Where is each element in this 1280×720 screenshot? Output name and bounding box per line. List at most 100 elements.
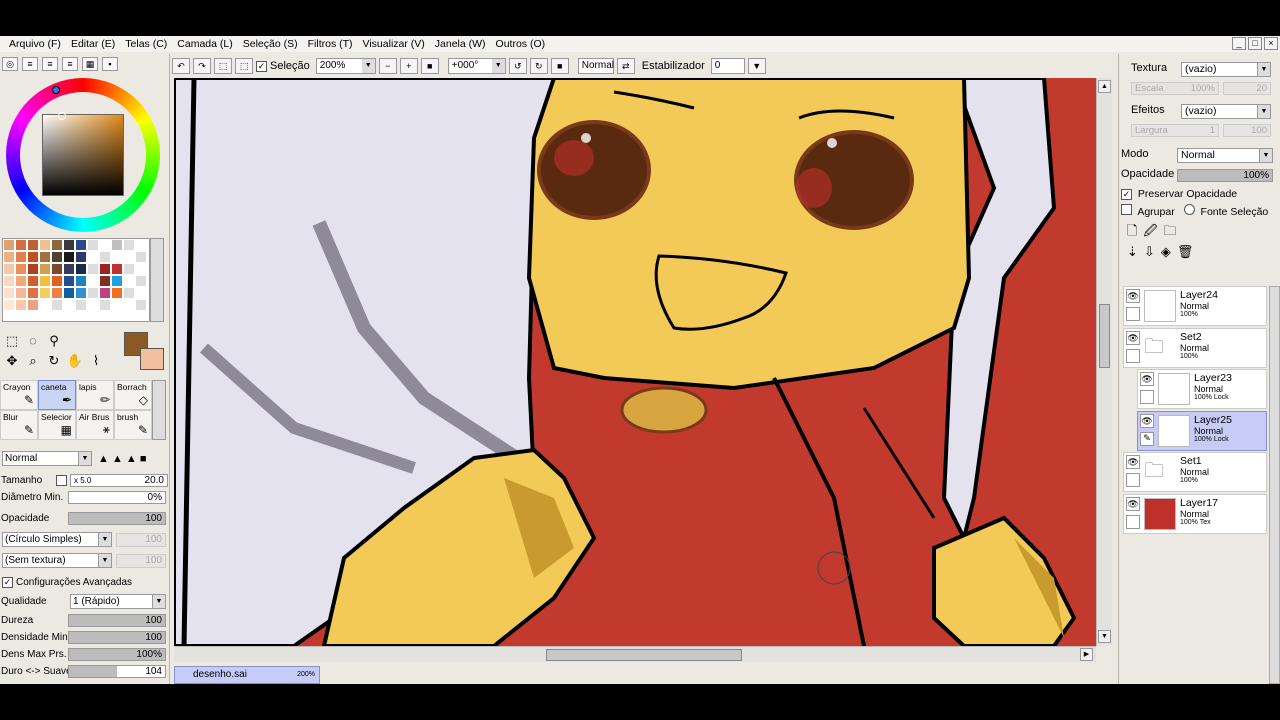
- brush-lapis[interactable]: lapis ✏: [76, 380, 114, 410]
- color-swatch[interactable]: [39, 275, 51, 287]
- brush-caneta[interactable]: caneta ✒: [38, 380, 76, 410]
- flip-icon[interactable]: ⇄: [616, 58, 635, 74]
- eye-icon[interactable]: 👁: [1126, 496, 1140, 511]
- magic-wand-icon[interactable]: ⚲: [44, 332, 64, 351]
- layer-lock-box[interactable]: [1140, 390, 1154, 404]
- color-swatch[interactable]: [99, 239, 111, 251]
- menu-visualizar[interactable]: Visualizar (V): [358, 38, 430, 50]
- brush-brush[interactable]: brush ✎: [114, 410, 152, 440]
- color-swatch[interactable]: [63, 239, 75, 251]
- color-swatch[interactable]: [51, 263, 63, 275]
- color-swatch[interactable]: [39, 263, 51, 275]
- brush-airbrush[interactable]: Air Brus ⚹: [76, 410, 114, 440]
- stabilizer-select[interactable]: 0: [710, 58, 745, 74]
- color-swatch[interactable]: [75, 263, 87, 275]
- color-swatch[interactable]: [87, 263, 99, 275]
- color-swatch[interactable]: [63, 299, 75, 311]
- color-swatch[interactable]: [87, 299, 99, 311]
- color-swatch[interactable]: [75, 251, 87, 263]
- color-swatch[interactable]: [87, 275, 99, 287]
- menu-outros[interactable]: Outros (O): [491, 38, 551, 50]
- layer-row[interactable]: 👁 Layer17 Normal 100% Tex: [1123, 493, 1267, 534]
- color-swatch[interactable]: [111, 287, 123, 299]
- brush-borracha[interactable]: Borrach ◇: [114, 380, 152, 410]
- color-swatch[interactable]: [51, 251, 63, 263]
- deselect-icon[interactable]: ⬚: [214, 58, 232, 74]
- brush-selecionar[interactable]: Selecior ▦: [38, 410, 76, 440]
- mixer-mode-icon[interactable]: ≡: [62, 57, 78, 71]
- layer-row[interactable]: 👁 🗀 Set1 Normal 100%: [1123, 452, 1267, 492]
- transfer-down-icon[interactable]: ⇣: [1127, 244, 1138, 262]
- color-swatch[interactable]: [111, 275, 123, 287]
- clear-layer-icon[interactable]: ◈: [1161, 244, 1171, 262]
- layer-lock-box[interactable]: [1126, 307, 1140, 321]
- color-swatch[interactable]: [75, 239, 87, 251]
- color-swatch[interactable]: [87, 287, 99, 299]
- color-swatch[interactable]: [87, 251, 99, 263]
- color-wheel[interactable]: [6, 78, 160, 232]
- color-swatch[interactable]: [51, 275, 63, 287]
- layer-row[interactable]: 👁 ✎ Layer25 Normal 100% Lock: [1137, 410, 1267, 451]
- brush-shape-select[interactable]: (Círculo Simples) ▼: [2, 532, 112, 547]
- undo-icon[interactable]: ↶: [172, 58, 190, 74]
- layer-lock-box[interactable]: ✎: [1140, 431, 1154, 446]
- vertical-scroll-thumb[interactable]: [1099, 304, 1110, 368]
- color-swatch[interactable]: [75, 287, 87, 299]
- layer-row[interactable]: 👁 Layer23 Normal 100% Lock: [1137, 369, 1267, 409]
- selection-source-radio[interactable]: [1183, 204, 1195, 215]
- color-swatch[interactable]: [111, 239, 123, 251]
- zoom-reset-icon[interactable]: ■: [420, 58, 439, 74]
- rotation-select[interactable]: +000° ▼: [447, 58, 506, 74]
- brush-blur[interactable]: Blur ✎: [0, 410, 38, 440]
- hue-cursor[interactable]: [52, 86, 60, 94]
- color-swatch[interactable]: [99, 263, 111, 275]
- sv-cursor[interactable]: [58, 112, 66, 120]
- saturation-value-box[interactable]: [42, 114, 124, 196]
- maximize-button[interactable]: □: [1248, 37, 1262, 50]
- color-swatch[interactable]: [123, 275, 135, 287]
- texture-select[interactable]: (vazio) ▼: [1181, 62, 1271, 77]
- min-density-slider[interactable]: 100: [68, 631, 166, 644]
- color-swatch[interactable]: [111, 251, 123, 263]
- menu-editar[interactable]: Editar (E): [66, 38, 120, 50]
- hardness-slider[interactable]: 100: [68, 614, 166, 627]
- color-swatch[interactable]: [111, 299, 123, 311]
- merge-down-icon[interactable]: ⇩: [1144, 244, 1155, 262]
- chevron-down-icon[interactable]: ▼: [747, 58, 766, 74]
- color-swatch[interactable]: [15, 239, 27, 251]
- eye-icon[interactable]: 👁: [1126, 289, 1140, 303]
- color-swatch[interactable]: [63, 275, 75, 287]
- menu-filtros[interactable]: Filtros (T): [303, 38, 358, 50]
- color-swatch[interactable]: [39, 239, 51, 251]
- color-swatch[interactable]: [111, 263, 123, 275]
- eyedropper-icon[interactable]: ⌇: [86, 352, 106, 371]
- advanced-settings-checkbox[interactable]: ✓: [2, 577, 13, 588]
- color-swatch[interactable]: [135, 275, 147, 287]
- color-swatch[interactable]: [27, 287, 39, 299]
- color-swatch[interactable]: [75, 299, 87, 311]
- selection-checkbox[interactable]: ✓: [256, 60, 267, 72]
- color-swatch[interactable]: [51, 287, 63, 299]
- horizontal-scroll-thumb[interactable]: [546, 649, 742, 661]
- new-linework-layer-icon[interactable]: 🖉: [1143, 222, 1157, 240]
- swatch-mode-icon[interactable]: ▦: [82, 57, 98, 71]
- brush-mode-select[interactable]: Normal ▼: [2, 451, 92, 466]
- color-swatch[interactable]: [51, 299, 63, 311]
- brush-crayon[interactable]: Crayon ✎: [0, 380, 38, 410]
- minimize-button[interactable]: _: [1232, 37, 1246, 50]
- color-swatch[interactable]: [3, 299, 15, 311]
- swatch-palette[interactable]: [2, 238, 150, 322]
- move-icon[interactable]: ✥: [2, 352, 22, 371]
- color-swatch[interactable]: [75, 275, 87, 287]
- blend-mode-field[interactable]: Normal: [577, 58, 614, 74]
- size-slider[interactable]: x 5.0 20.0: [70, 474, 168, 487]
- swatch-scrollbar[interactable]: [150, 238, 164, 322]
- scroll-up-icon[interactable]: ▲: [1098, 80, 1111, 93]
- color-swatch[interactable]: [15, 275, 27, 287]
- eye-icon[interactable]: 👁: [1126, 455, 1140, 469]
- color-swatch[interactable]: [27, 275, 39, 287]
- color-swatch[interactable]: [39, 251, 51, 263]
- group-checkbox[interactable]: [1121, 204, 1132, 215]
- color-swatch[interactable]: [3, 275, 15, 287]
- hsv-slider-mode-icon[interactable]: ≡: [42, 57, 58, 71]
